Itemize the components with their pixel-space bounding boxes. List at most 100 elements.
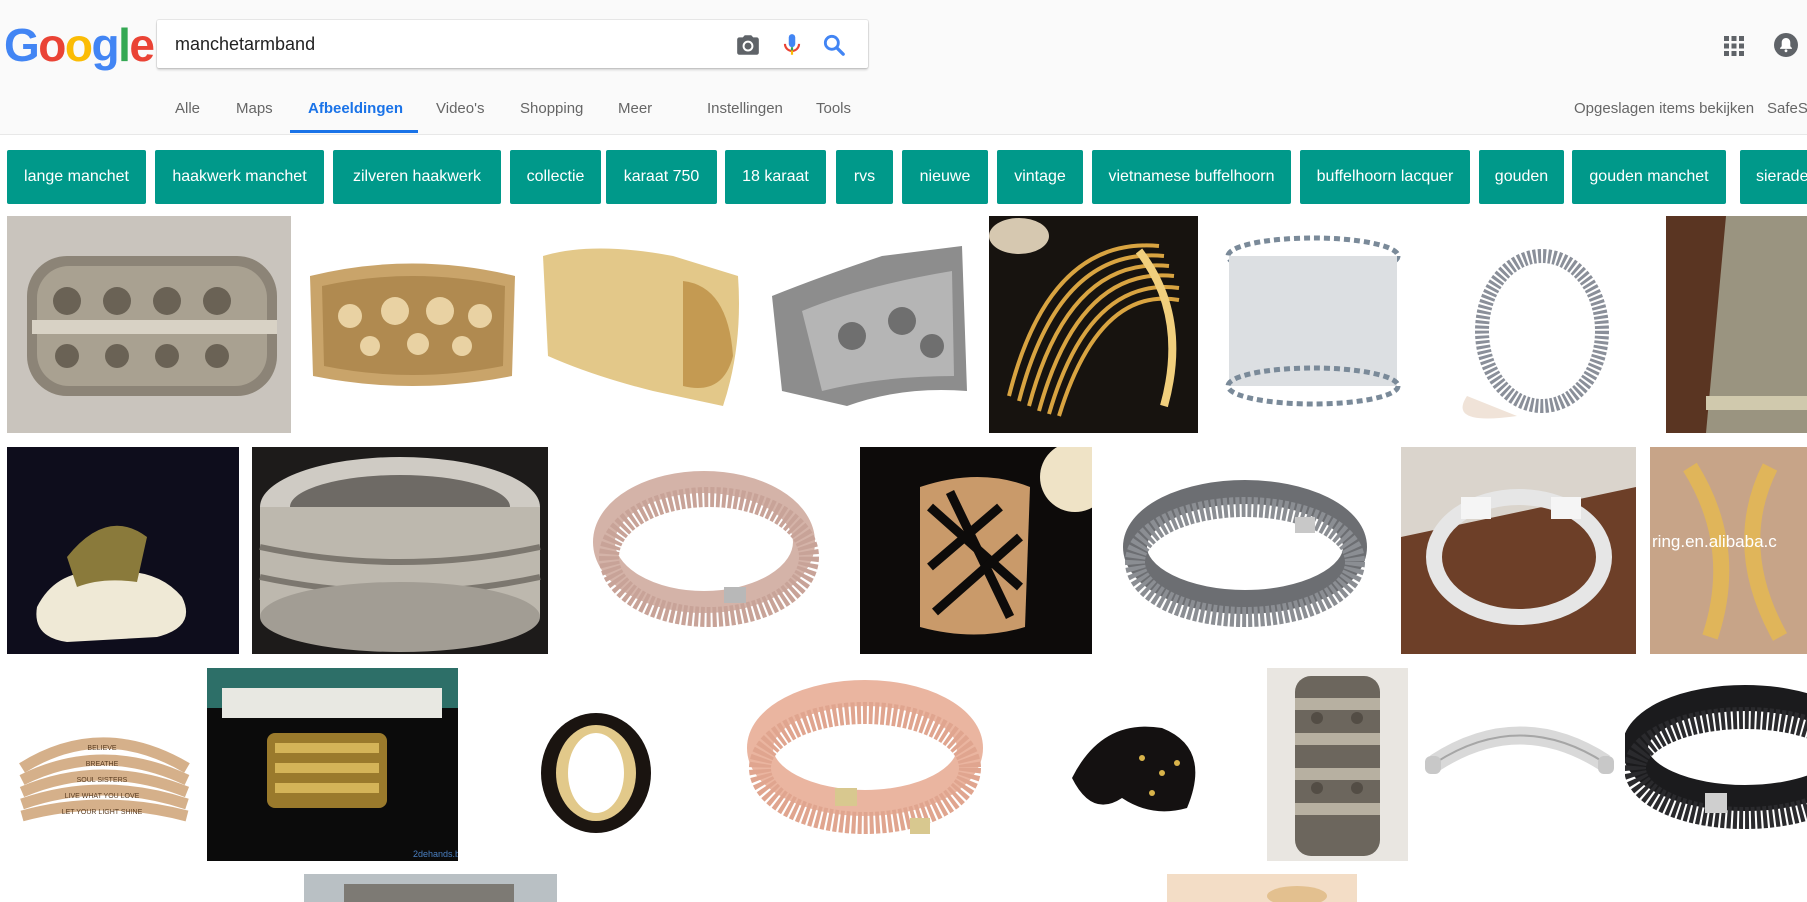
mesh-bracelet-image	[1666, 216, 1807, 433]
partial-image	[304, 874, 557, 902]
apps-grid-icon[interactable]	[1722, 34, 1746, 58]
engraving-text: BELIEVE	[87, 745, 117, 752]
active-tab-indicator	[290, 130, 418, 133]
logo-letter: o	[64, 19, 93, 71]
silver-crystal-bangle-image	[1437, 216, 1637, 433]
header: Google Alle Maps Afbeel	[0, 0, 1807, 135]
image-result[interactable]	[762, 216, 980, 433]
image-result[interactable]	[300, 216, 525, 433]
search-tabs: Alle Maps Afbeeldingen Video's Shopping …	[0, 96, 1807, 134]
twisted-silver-cuff-image	[1401, 447, 1636, 654]
chip[interactable]: gouden	[1479, 150, 1564, 204]
image-result[interactable]	[735, 668, 993, 861]
black-horn-bangle-image	[466, 668, 726, 861]
image-result[interactable]	[1420, 668, 1618, 861]
grey-crystal-wrap-image	[1105, 447, 1387, 654]
image-result[interactable]	[252, 447, 548, 654]
image-result[interactable]	[989, 216, 1198, 433]
image-result[interactable]	[1437, 216, 1637, 433]
gold-open-cuff-image: ring.en.alibaba.c	[1650, 447, 1807, 654]
image-result[interactable]: 2dehands.b	[207, 668, 458, 861]
gold-wire-cuff-image	[989, 216, 1198, 433]
gold-textured-cuff-image	[533, 216, 753, 433]
silver-rope-bangle-image	[252, 447, 548, 654]
microphone-icon[interactable]	[779, 32, 805, 58]
silver-engraved-cuff-image	[1420, 668, 1618, 861]
chip[interactable]: gouden manchet	[1572, 150, 1726, 204]
image-result[interactable]	[304, 874, 557, 902]
logo-letter: g	[91, 19, 120, 71]
image-result[interactable]	[1625, 668, 1807, 861]
image-result[interactable]	[1207, 216, 1420, 433]
gold-filigree-cuff-image	[300, 216, 525, 433]
chip[interactable]: vintage	[997, 150, 1083, 204]
pink-crystal-wrap-image	[735, 668, 993, 861]
saved-items-link[interactable]: Opgeslagen items bekijken	[1574, 100, 1754, 117]
related-search-chips: lange manchet haakwerk manchet zilveren …	[7, 150, 1807, 204]
image-result[interactable]	[533, 216, 753, 433]
image-result[interactable]	[1401, 447, 1636, 654]
tab-meer[interactable]: Meer	[618, 100, 652, 117]
tab-instellingen[interactable]: Instellingen	[707, 100, 783, 117]
image-results-grid: ring.en.alibaba.c BELIEVE BREATHE SOUL S…	[0, 216, 1807, 902]
safesearch-link[interactable]: SafeS	[1767, 100, 1807, 117]
search-input[interactable]	[175, 20, 695, 68]
chip[interactable]: karaat 750	[606, 150, 717, 204]
chip[interactable]: 18 karaat	[725, 150, 826, 204]
image-result[interactable]	[1267, 668, 1408, 861]
tab-shopping[interactable]: Shopping	[520, 100, 583, 117]
engraving-text: LIVE WHAT YOU LOVE	[65, 793, 140, 800]
logo-letter: e	[129, 19, 155, 71]
chip[interactable]: zilveren haakwerk	[333, 150, 501, 204]
engraving-text: SOUL SISTERS	[77, 777, 128, 784]
black-crystal-wrap-image	[1625, 668, 1807, 861]
chip[interactable]: vietnamese buffelhoorn	[1092, 150, 1291, 204]
tab-videos[interactable]: Video's	[436, 100, 484, 117]
notifications-icon[interactable]	[1772, 31, 1800, 59]
silver-cuff-image	[7, 216, 291, 433]
chip[interactable]: sierade	[1740, 150, 1807, 204]
image-result[interactable]: ring.en.alibaba.c	[1650, 447, 1807, 654]
tab-tools[interactable]: Tools	[816, 100, 851, 117]
image-watermark: 2dehands.b	[413, 849, 458, 859]
chip[interactable]: collectie	[510, 150, 601, 204]
image-result[interactable]	[1167, 874, 1357, 902]
search-box	[157, 20, 868, 68]
image-result[interactable]	[7, 216, 291, 433]
image-result[interactable]	[1105, 447, 1387, 654]
silver-crochet-cuff-image	[1207, 216, 1420, 433]
tab-afbeeldingen[interactable]: Afbeeldingen	[308, 100, 403, 117]
google-logo[interactable]: Google	[4, 18, 155, 72]
image-result[interactable]	[466, 668, 726, 861]
antique-silver-cuff-image	[1267, 668, 1408, 861]
chip[interactable]: buffelhoorn lacquer	[1300, 150, 1470, 204]
image-result[interactable]	[564, 447, 846, 654]
engraving-text: BREATHE	[86, 761, 119, 768]
search-icon[interactable]	[821, 32, 847, 58]
chip[interactable]: rvs	[836, 150, 893, 204]
image-result[interactable]: BELIEVE BREATHE SOUL SISTERS LIVE WHAT Y…	[7, 668, 197, 861]
chip[interactable]: haakwerk manchet	[155, 150, 324, 204]
image-result[interactable]	[1002, 668, 1260, 861]
image-result[interactable]	[1666, 216, 1807, 433]
logo-letter: G	[4, 19, 40, 71]
rose-crystal-wrap-image	[564, 447, 846, 654]
logo-letter: l	[118, 19, 131, 71]
chip[interactable]: nieuwe	[902, 150, 988, 204]
image-result[interactable]	[860, 447, 1092, 654]
black-lacquer-cuff-image	[1002, 668, 1260, 861]
cuff-on-stone-image	[7, 447, 239, 654]
logo-letter: o	[38, 19, 66, 71]
bracelet-in-box-image: 2dehands.b	[207, 668, 458, 861]
gold-cutout-cuff-image	[860, 447, 1092, 654]
image-result[interactable]	[7, 447, 239, 654]
silver-embossed-cuff-image	[762, 216, 980, 433]
engraving-text: LET YOUR LIGHT SHINE	[62, 809, 143, 816]
chip[interactable]: lange manchet	[7, 150, 146, 204]
message-cuffs-image: BELIEVE BREATHE SOUL SISTERS LIVE WHAT Y…	[7, 668, 197, 861]
tab-alle[interactable]: Alle	[175, 100, 200, 117]
partial-image	[1167, 874, 1357, 902]
image-watermark: ring.en.alibaba.c	[1652, 532, 1777, 551]
camera-icon[interactable]	[735, 32, 761, 58]
tab-maps[interactable]: Maps	[236, 100, 273, 117]
